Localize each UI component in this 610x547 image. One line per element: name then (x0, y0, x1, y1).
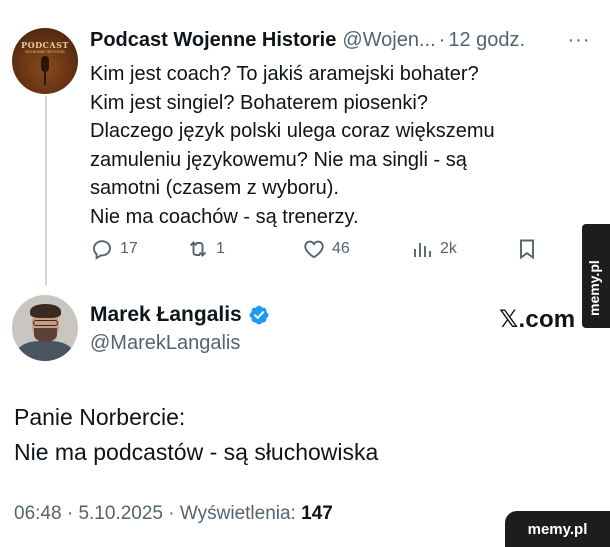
header-separator: · (438, 28, 446, 51)
bookmark-button[interactable] (515, 236, 539, 262)
reply-to-name[interactable]: Podcast Wojenne Historie (90, 29, 336, 52)
reply-count: 17 (120, 240, 138, 257)
like-count: 46 (332, 240, 350, 257)
corner-watermark: memy.pl (505, 511, 610, 547)
reply-icon (93, 240, 111, 260)
like-icon (304, 240, 324, 259)
avatar-hair (30, 304, 61, 318)
avatar-beard (34, 328, 57, 342)
avatar-body (17, 341, 73, 361)
meta-separator: · (66, 503, 74, 524)
reply-to-header: Podcast Wojenne Historie @Wojen... · 12 … (90, 28, 525, 52)
more-options-button[interactable]: ··· (567, 30, 591, 50)
post-meta: 06:48 · 5.10.2025 · Wyświetlenia: 147 (14, 503, 333, 525)
thread-line (45, 96, 47, 286)
x-com-logo: 𝕏.com (499, 306, 576, 333)
author-handle[interactable]: @MarekLangalis (90, 332, 240, 355)
reply-to-line: Kim jest coach? To jakiś aramejski bohat… (90, 63, 479, 85)
reply-to-line: zamuleniu językowemu? Nie ma singli - są (90, 148, 467, 171)
repost-icon (189, 241, 207, 257)
post-time[interactable]: 06:48 (14, 503, 62, 524)
post-date[interactable]: 5.10.2025 (78, 503, 163, 524)
like-button[interactable]: 46 (302, 236, 350, 262)
reply-to-time[interactable]: 12 godz. (448, 29, 525, 52)
microphone-stand (44, 71, 46, 85)
verified-badge-icon[interactable] (248, 304, 270, 326)
repost-button[interactable]: 1 (186, 236, 225, 262)
reply-to-line: Kim jest singiel? Bohaterem piosenki? (90, 91, 428, 114)
side-watermark: memy.pl (582, 224, 610, 328)
post-views-count: 147 (301, 503, 333, 524)
bookmark-icon (520, 239, 534, 260)
reply-to-line: Dlaczego język polski ulega coraz większ… (90, 120, 495, 142)
author-name[interactable]: Marek Łangalis (90, 303, 242, 327)
more-icon: ··· (567, 29, 591, 51)
views-button[interactable]: 2k (410, 236, 457, 262)
post-line: Panie Norbercie: (14, 404, 186, 430)
reply-to-line: Nie ma coachów - są trenerzy. (90, 205, 359, 228)
reply-to-handle[interactable]: @Wojen... (342, 29, 435, 52)
views-count: 2k (440, 240, 457, 257)
views-label: Wyświetlenia: (179, 503, 296, 524)
repost-count: 1 (216, 240, 225, 257)
reply-to-text: Kim jest coach? To jakiś aramejski bohat… (90, 60, 570, 231)
reply-to-line: samotni (czasem z wyboru). (90, 177, 339, 199)
microphone-icon (41, 56, 49, 72)
views-icon (414, 243, 431, 257)
meta-separator: · (168, 503, 175, 524)
podcast-avatar[interactable]: PODCAST WOJENNE HISTORIE (12, 28, 78, 94)
avatar-logo-subtext: WOJENNE HISTORIE (25, 49, 65, 54)
marek-avatar[interactable] (12, 295, 78, 361)
post-line: Nie ma podcastów - są słuchowiska (14, 439, 379, 465)
reply-button[interactable]: 17 (90, 236, 138, 262)
avatar-glasses (33, 320, 58, 326)
side-watermark-text: memy.pl (586, 260, 602, 316)
author-name-row: Marek Łangalis (90, 303, 270, 327)
post-text: Panie Norbercie: Nie ma podcastów - są s… (14, 400, 378, 470)
